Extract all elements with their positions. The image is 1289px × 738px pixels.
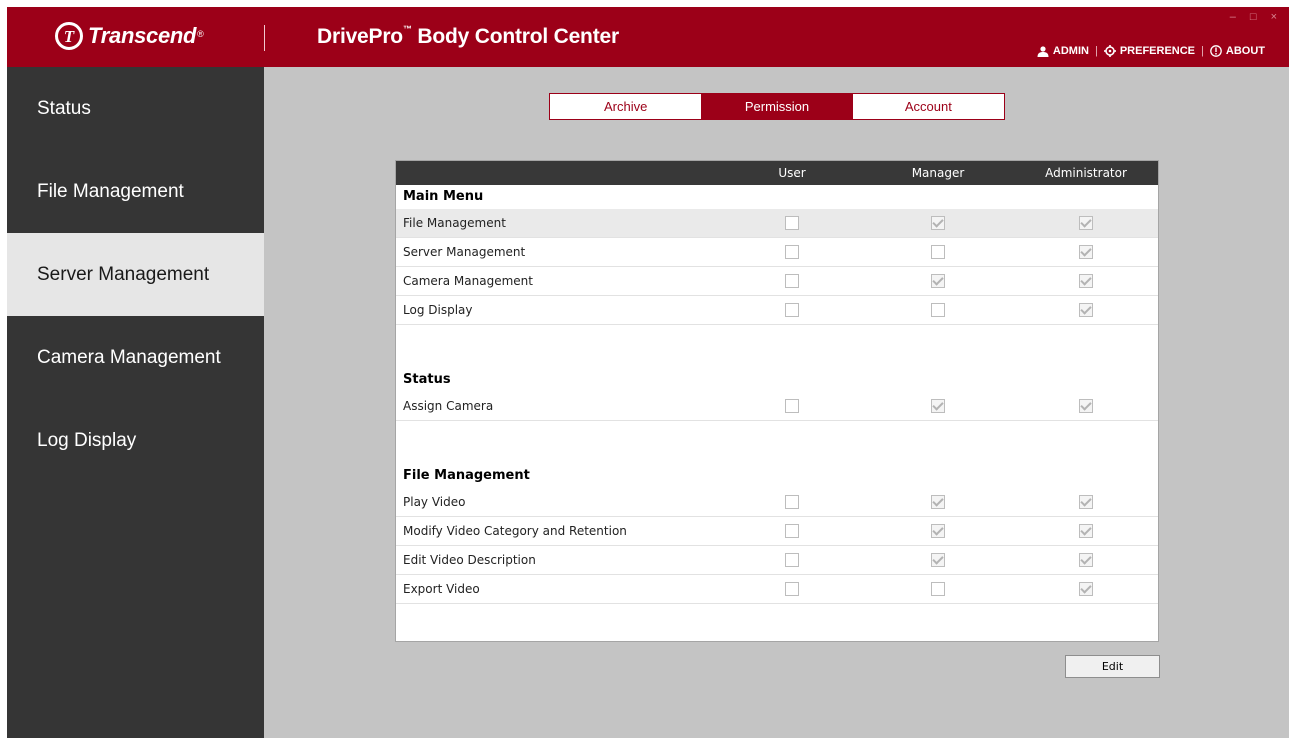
column-header-manager: Manager	[911, 166, 965, 180]
header-divider	[264, 25, 265, 51]
table-row: File Management	[396, 209, 1158, 238]
info-icon	[1210, 45, 1222, 57]
admin-label: ADMIN	[1052, 45, 1089, 57]
gear-icon	[1103, 45, 1116, 57]
sidebar-item-server-management[interactable]: Server Management	[7, 233, 264, 316]
column-header-user: User	[778, 166, 806, 180]
permission-checkbox-user[interactable]	[785, 524, 799, 538]
sidebar-item-label: File Management	[37, 180, 184, 202]
preference-label: PREFERENCE	[1119, 45, 1196, 57]
nav-separator: |	[1094, 45, 1098, 57]
section-title: File Management	[403, 468, 530, 483]
sidebar-item-label: Log Display	[37, 429, 137, 451]
permission-checkbox-user[interactable]	[785, 553, 799, 567]
permission-checkbox-user[interactable]	[785, 303, 799, 317]
permission-checkbox-user[interactable]	[785, 216, 799, 230]
table-row: Server Management	[396, 238, 1158, 267]
permission-checkbox-manager[interactable]	[931, 245, 945, 259]
permission-label: Assign Camera	[403, 399, 494, 413]
admin-link[interactable]: ADMIN	[1037, 45, 1089, 57]
permission-checkbox-administrator[interactable]	[1079, 216, 1093, 230]
logo-registered-mark: ®	[197, 29, 204, 39]
permission-label: Export Video	[403, 582, 480, 596]
table-row: Export Video	[396, 575, 1158, 604]
table-row: Edit Video Description	[396, 546, 1158, 575]
permission-checkbox-manager[interactable]	[931, 553, 945, 567]
permission-checkbox-user[interactable]	[785, 245, 799, 259]
permission-checkbox-user[interactable]	[785, 582, 799, 596]
table-body: Main Menu File Management Server Managemen…	[396, 185, 1158, 604]
permission-checkbox-user[interactable]	[785, 495, 799, 509]
permission-checkbox-administrator[interactable]	[1079, 553, 1093, 567]
app-title: DrivePro™ Body Control Center	[317, 24, 619, 48]
permission-label: Camera Management	[403, 274, 533, 288]
title-bar: T Transcend ® DrivePro™ Body Control Cent…	[7, 7, 1289, 67]
permission-checkbox-administrator[interactable]	[1079, 245, 1093, 259]
section-title: Status	[403, 372, 451, 387]
permission-label: Edit Video Description	[403, 553, 536, 567]
permission-checkbox-user[interactable]	[785, 274, 799, 288]
table-row: Log Display	[396, 296, 1158, 325]
top-nav: ADMIN | PREFERENCE | ABOUT	[1037, 45, 1265, 57]
permission-label: Log Display	[403, 303, 473, 317]
permission-checkbox-manager[interactable]	[931, 495, 945, 509]
tab-account[interactable]: Account	[853, 94, 1004, 119]
permission-checkbox-manager[interactable]	[931, 399, 945, 413]
column-header-administrator: Administrator	[1045, 166, 1127, 180]
permission-checkbox-administrator[interactable]	[1079, 495, 1093, 509]
maximize-button[interactable]: □	[1250, 11, 1257, 23]
sidebar-item-label: Camera Management	[37, 346, 221, 368]
permission-checkbox-administrator[interactable]	[1079, 582, 1093, 596]
user-icon	[1037, 45, 1049, 57]
permission-table: User Manager Administrator Main Menu File…	[395, 160, 1159, 642]
sidebar-item-label: Status	[37, 97, 91, 119]
tab-permission[interactable]: Permission	[701, 94, 853, 119]
table-row: Modify Video Category and Retention	[396, 517, 1158, 546]
sidebar-item-log-display[interactable]: Log Display	[7, 399, 264, 482]
edit-button[interactable]: Edit	[1065, 655, 1160, 678]
table-row: Play Video	[396, 488, 1158, 517]
permission-label: File Management	[403, 216, 506, 230]
permission-label: Server Management	[403, 245, 526, 259]
table-row: Assign Camera	[396, 392, 1158, 421]
sidebar-item-file-management[interactable]: File Management	[7, 150, 264, 233]
about-label: ABOUT	[1225, 45, 1265, 57]
permission-checkbox-manager[interactable]	[931, 524, 945, 538]
table-header: User Manager Administrator	[396, 161, 1158, 185]
permission-checkbox-administrator[interactable]	[1079, 303, 1093, 317]
window-controls: – □ ×	[1230, 11, 1277, 23]
section-title: Main Menu	[403, 189, 484, 204]
permission-label: Modify Video Category and Retention	[403, 524, 627, 538]
nav-separator: |	[1201, 45, 1204, 57]
permission-checkbox-manager[interactable]	[931, 274, 945, 288]
about-link[interactable]: ABOUT	[1210, 45, 1265, 57]
transcend-logo-mark-icon: T	[55, 22, 83, 50]
sidebar-item-status[interactable]: Status	[7, 67, 264, 150]
sidebar: Status File Management Server Management…	[7, 67, 264, 738]
permission-label: Play Video	[403, 495, 466, 509]
tab-archive[interactable]: Archive	[550, 94, 701, 119]
permission-checkbox-administrator[interactable]	[1079, 274, 1093, 288]
permission-checkbox-manager[interactable]	[931, 582, 945, 596]
permission-checkbox-administrator[interactable]	[1079, 399, 1093, 413]
minimize-button[interactable]: –	[1230, 11, 1236, 23]
permission-checkbox-manager[interactable]	[931, 216, 945, 230]
permission-checkbox-user[interactable]	[785, 399, 799, 413]
preference-link[interactable]: PREFERENCE	[1103, 45, 1196, 57]
sidebar-item-label: Server Management	[37, 263, 210, 285]
close-button[interactable]: ×	[1271, 11, 1277, 23]
tab-bar: Archive Permission Account	[549, 93, 1005, 120]
permission-checkbox-administrator[interactable]	[1079, 524, 1093, 538]
permission-checkbox-manager[interactable]	[931, 303, 945, 317]
table-row: Camera Management	[396, 267, 1158, 296]
transcend-logo: T Transcend ®	[55, 21, 204, 51]
main-content: Archive Permission Account User Manager …	[264, 67, 1289, 738]
sidebar-item-camera-management[interactable]: Camera Management	[7, 316, 264, 399]
logo-text: Transcend	[88, 23, 197, 48]
